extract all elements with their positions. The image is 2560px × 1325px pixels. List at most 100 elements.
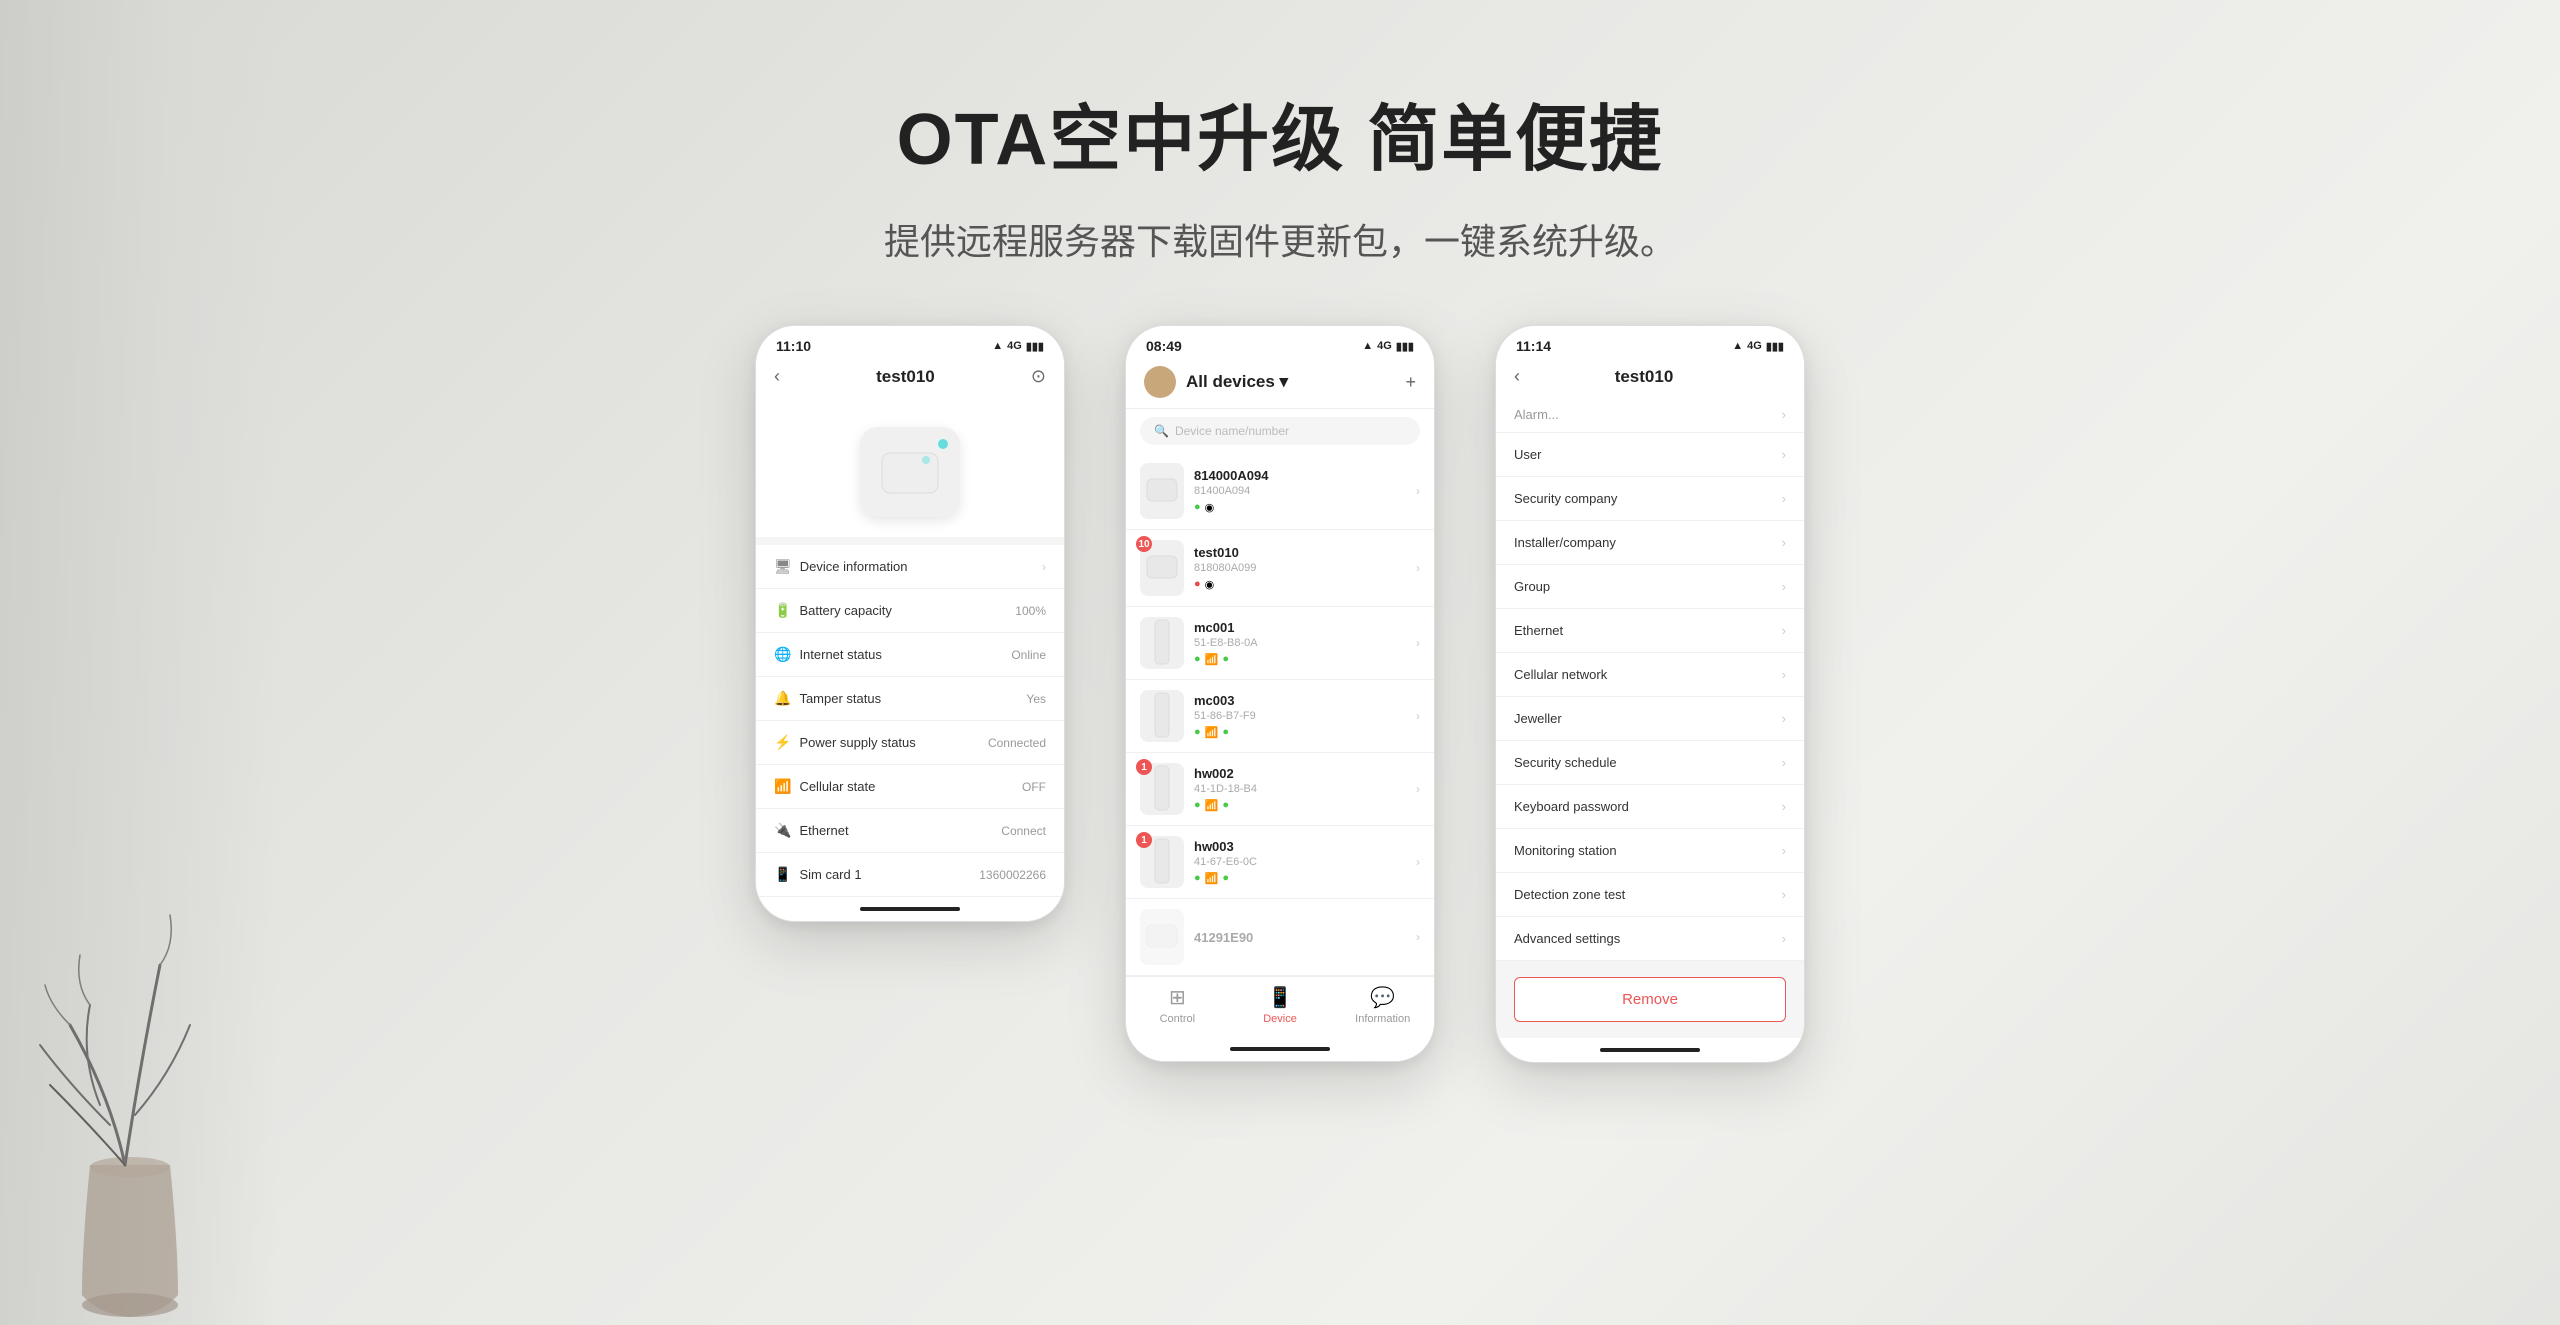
alarm-label: Alarm... [1514, 407, 1559, 422]
phone3-nav: ‹ test010 [1496, 360, 1804, 397]
list-item[interactable]: 1 hw003 41-67-E6-0C ● 📶 ● › [1126, 826, 1434, 899]
phone2-4g-label: 4G [1377, 340, 1392, 352]
cellular-label: Cellular network [1514, 667, 1607, 682]
list-item: 🖥 Device information › [756, 545, 1064, 589]
phone1-back-icon[interactable]: ‹ [774, 366, 780, 387]
phone3-signal-icon: ▲ [1732, 340, 1743, 352]
phone3-home-indicator [1496, 1038, 1804, 1062]
phone3-time: 11:14 [1516, 338, 1551, 354]
phone1-nav-title: test010 [876, 367, 935, 387]
phone3-4g-label: 4G [1747, 340, 1762, 352]
phone1-settings-icon[interactable]: ⊙ [1031, 366, 1046, 387]
alarm-partial-item: Alarm... › [1496, 397, 1804, 433]
list-item-arrow: › [1416, 709, 1420, 723]
hub-device-svg [880, 445, 940, 500]
phone1-status-bar: 11:10 ▲ 4G ▮▮▮ [756, 326, 1064, 360]
device-status-icons: ● ◉ [1194, 501, 1406, 514]
phone2-battery-icon: ▮▮▮ [1396, 340, 1414, 353]
wifi-icon: ● [1194, 501, 1201, 514]
status-dot: ● [1194, 799, 1201, 812]
phone2-bottom-nav: ⊞ Control 📱 Device 💬 Information [1126, 976, 1434, 1037]
device-id: 818080A099 [1194, 562, 1406, 574]
battery-value: 100% [1015, 604, 1046, 618]
signal-bars: 📶 [1205, 872, 1219, 885]
online-dot: ● [1222, 872, 1229, 885]
list-item[interactable]: 41291E90 › [1126, 899, 1434, 976]
user-avatar[interactable] [1144, 366, 1176, 398]
cellular-label: Cellular state [799, 779, 875, 794]
signal-bars: 📶 [1205, 799, 1219, 812]
sim-label: Sim card 1 [799, 867, 861, 882]
list-item-arrow: › [1416, 484, 1420, 498]
phone2-device-list: 814000A094 81400A094 ● ◉ › 10 [1126, 453, 1434, 976]
device-name: mc001 [1194, 620, 1406, 635]
settings-item-ethernet[interactable]: Ethernet › [1496, 609, 1804, 653]
status-dot: ● [1194, 872, 1201, 885]
remove-button-area: Remove [1496, 961, 1804, 1038]
device-thumb [1140, 909, 1184, 965]
settings-item-user[interactable]: User › [1496, 433, 1804, 477]
main-content: OTA空中升级 简单便捷 提供远程服务器下载固件更新包，一键系统升级。 11:1… [0, 0, 2560, 1325]
advanced-arrow: › [1782, 931, 1786, 946]
phone1: 11:10 ▲ 4G ▮▮▮ ‹ test010 ⊙ [755, 325, 1065, 922]
device-info-arrow[interactable]: › [1042, 560, 1046, 574]
settings-item-security-company[interactable]: Security company › [1496, 477, 1804, 521]
settings-item-cellular[interactable]: Cellular network › [1496, 653, 1804, 697]
device-info: hw003 41-67-E6-0C ● 📶 ● [1194, 839, 1406, 885]
device-thumb: 10 [1140, 540, 1184, 596]
signal-bars: 📶 [1205, 726, 1219, 739]
internet-label: Internet status [799, 647, 881, 662]
power-icon: ⚡ [774, 734, 791, 751]
ethernet-icon: 🔌 [774, 822, 791, 839]
device-status-icons: ● 📶 ● [1194, 872, 1406, 885]
info-icon: 💬 [1370, 985, 1395, 1010]
tamper-value: Yes [1026, 692, 1046, 706]
list-item-arrow: › [1416, 855, 1420, 869]
phone1-time: 11:10 [776, 338, 811, 354]
list-item[interactable]: mc001 51-E8-B8-0A ● 📶 ● › [1126, 607, 1434, 680]
settings-item-advanced[interactable]: Advanced settings › [1496, 917, 1804, 961]
monitoring-label: Monitoring station [1514, 843, 1617, 858]
phone3-nav-title: test010 [1615, 367, 1674, 387]
settings-item-keyboard[interactable]: Keyboard password › [1496, 785, 1804, 829]
device-info: hw002 41-1D-18-B4 ● 📶 ● [1194, 766, 1406, 812]
list-item: 🔔 Tamper status Yes [756, 677, 1064, 721]
nav-control[interactable]: ⊞ Control [1126, 985, 1229, 1025]
main-title: OTA空中升级 简单便捷 [884, 80, 1676, 185]
group-arrow: › [1782, 579, 1786, 594]
jeweller-arrow: › [1782, 711, 1786, 726]
phone3-battery-icon: ▮▮▮ [1766, 340, 1784, 353]
list-item[interactable]: 1 hw002 41-1D-18-B4 ● 📶 ● › [1126, 753, 1434, 826]
online-dot: ● [1222, 799, 1229, 812]
device-status-icons: ● 📶 ● [1194, 653, 1406, 666]
device-id: 51-86-B7-F9 [1194, 710, 1406, 722]
list-item[interactable]: mc003 51-86-B7-F9 ● 📶 ● › [1126, 680, 1434, 753]
phone2-search-input[interactable]: 🔍 Device name/number [1140, 417, 1420, 445]
list-item: ⚡ Power supply status Connected [756, 721, 1064, 765]
settings-item-installer[interactable]: Installer/company › [1496, 521, 1804, 565]
power-label: Power supply status [799, 735, 915, 750]
device-info: mc003 51-86-B7-F9 ● 📶 ● [1194, 693, 1406, 739]
phone3-back-icon[interactable]: ‹ [1514, 366, 1520, 387]
device-name: hw003 [1194, 839, 1406, 854]
list-item[interactable]: 814000A094 81400A094 ● ◉ › [1126, 453, 1434, 530]
device-name: test010 [1194, 545, 1406, 560]
alarm-arrow: › [1782, 407, 1786, 422]
list-item: 🔌 Ethernet Connect [756, 809, 1064, 853]
cellular-icon: 📶 [774, 778, 791, 795]
settings-item-security-schedule[interactable]: Security schedule › [1496, 741, 1804, 785]
settings-item-detection[interactable]: Detection zone test › [1496, 873, 1804, 917]
cellular-arrow: › [1782, 667, 1786, 682]
device-id: 81400A094 [1194, 485, 1406, 497]
nav-device[interactable]: 📱 Device [1229, 985, 1332, 1025]
remove-button[interactable]: Remove [1514, 977, 1786, 1022]
phone1-device-image-area [756, 397, 1064, 537]
phone2-add-icon[interactable]: + [1405, 372, 1416, 393]
phone1-nav: ‹ test010 ⊙ [756, 360, 1064, 397]
settings-item-group[interactable]: Group › [1496, 565, 1804, 609]
nav-information[interactable]: 💬 Information [1331, 985, 1434, 1025]
settings-item-jeweller[interactable]: Jeweller › [1496, 697, 1804, 741]
list-item[interactable]: 10 test010 818080A099 ● ◉ › [1126, 530, 1434, 607]
settings-item-monitoring[interactable]: Monitoring station › [1496, 829, 1804, 873]
list-item: 📱 Sim card 1 1360002266 [756, 853, 1064, 897]
